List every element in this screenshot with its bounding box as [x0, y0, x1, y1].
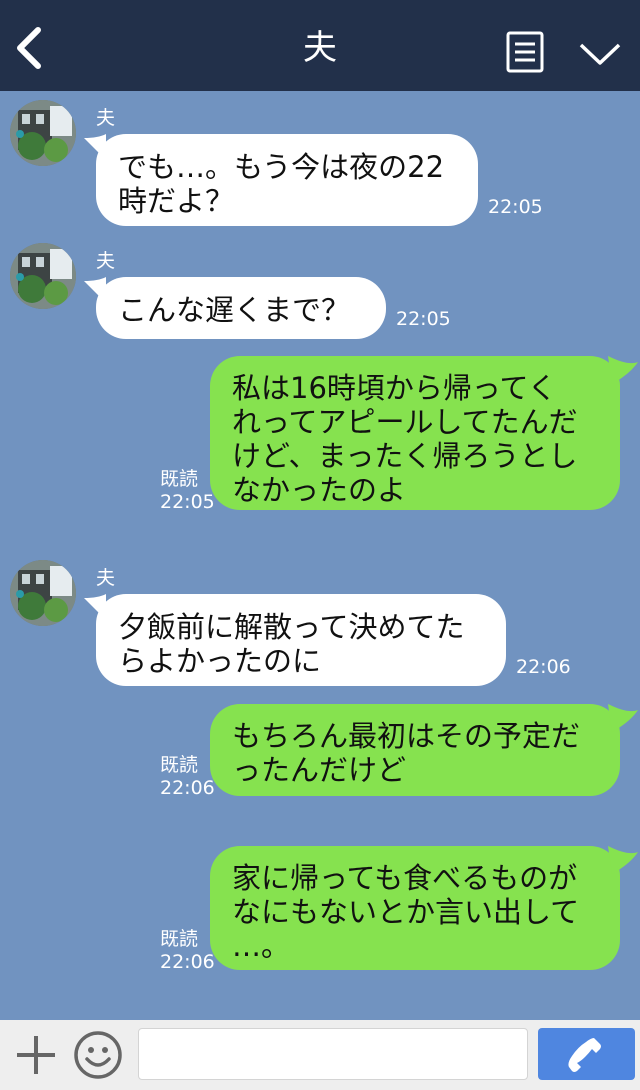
message-time: 22:06 — [160, 951, 215, 973]
read-label: 既読 — [160, 928, 199, 950]
message-bubble-incoming[interactable]: こんな遅くまで？ — [96, 277, 386, 339]
bubble-tail — [608, 704, 638, 732]
avatar[interactable] — [10, 243, 76, 309]
message-time: 22:06 — [160, 777, 215, 799]
plus-icon[interactable] — [14, 1033, 58, 1077]
bubble-tail — [608, 356, 638, 384]
message-time: 22:05 — [396, 308, 451, 330]
message-time: 22:05 — [160, 491, 215, 513]
bubble-tail — [608, 846, 638, 874]
sender-name: 夫 — [96, 567, 116, 589]
chat-title: 夫 — [303, 28, 337, 68]
avatar-photo — [10, 100, 76, 166]
read-receipt: 既読 22:05 — [160, 468, 215, 514]
sender-name: 夫 — [96, 107, 116, 129]
chat-header: 夫 — [0, 0, 640, 91]
read-receipt: 既読 22:06 — [160, 928, 215, 974]
message-input[interactable] — [138, 1028, 528, 1080]
message-bubble-outgoing[interactable]: 家に帰っても食べるものが なにもないとか言い出して …。 — [210, 846, 620, 970]
read-label: 既読 — [160, 754, 199, 776]
call-button[interactable] — [538, 1028, 635, 1080]
phone-icon — [568, 1038, 601, 1072]
message-time: 22:05 — [488, 196, 543, 218]
message-bubble-incoming[interactable]: でも…。もう今は夜の22 時だよ？ — [96, 134, 478, 226]
avatar-photo — [10, 560, 76, 626]
avatar[interactable] — [10, 560, 76, 626]
smiley-icon[interactable] — [72, 1029, 124, 1081]
message-bubble-outgoing[interactable]: 私は16時頃から帰ってく れってアピールしてたんだ けど、まったく帰ろうとし な… — [210, 356, 620, 510]
input-bar — [0, 1020, 640, 1090]
chevron-down-icon[interactable] — [578, 40, 622, 68]
read-receipt: 既読 22:06 — [160, 754, 215, 800]
avatar[interactable] — [10, 100, 76, 166]
avatar-photo — [10, 243, 76, 309]
message-bubble-outgoing[interactable]: もちろん最初はその予定だ ったんだけど — [210, 704, 620, 796]
message-bubble-incoming[interactable]: 夕飯前に解散って決めてた らよかったのに — [96, 594, 506, 686]
sender-name: 夫 — [96, 250, 116, 272]
read-label: 既読 — [160, 468, 199, 490]
menu-list-icon[interactable] — [506, 31, 544, 73]
message-time: 22:06 — [516, 656, 571, 678]
